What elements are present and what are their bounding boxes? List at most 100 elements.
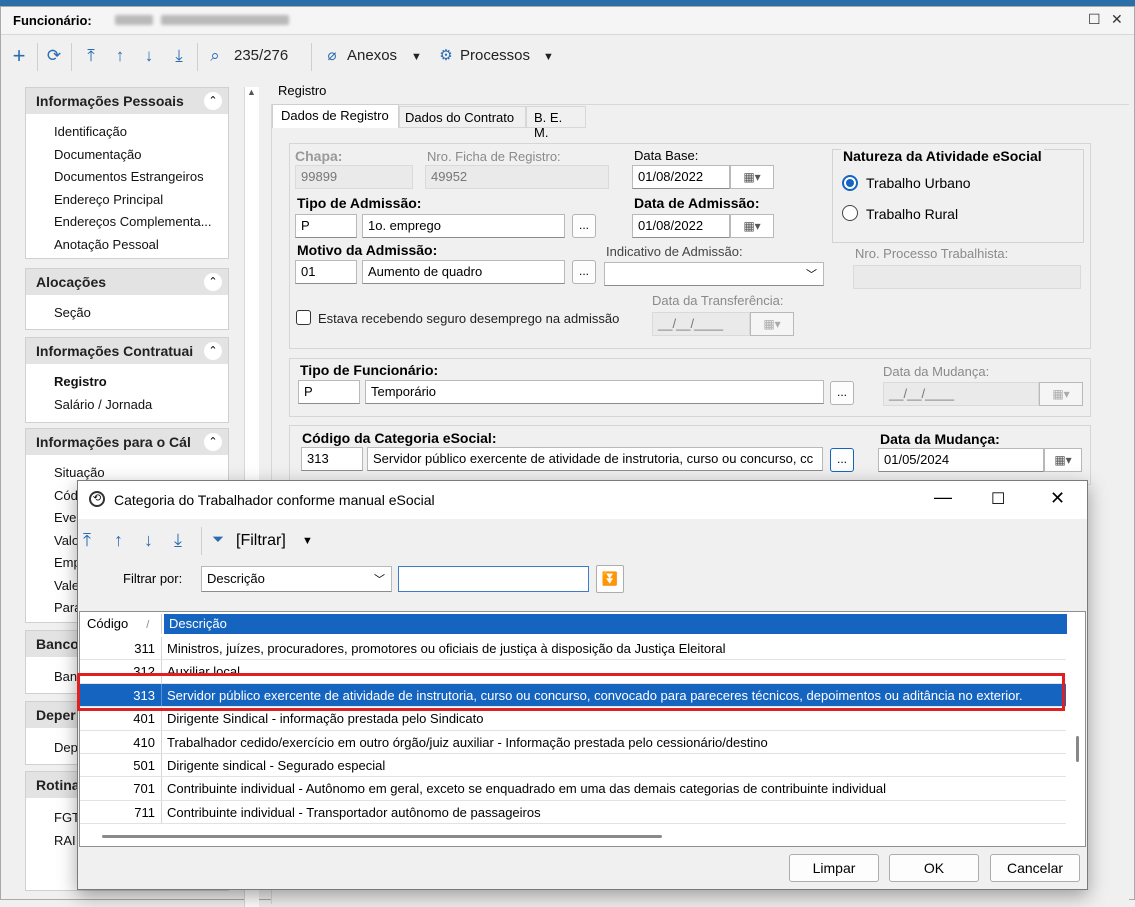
add-icon[interactable]: +: [7, 45, 31, 67]
window-title: Funcionário:: [13, 13, 92, 28]
tipo-funcionario-lookup-button[interactable]: ...: [830, 381, 854, 405]
sidebar-group-header[interactable]: Informações Pessoais: [26, 88, 228, 114]
sidebar-item-documentacao[interactable]: Documentação: [54, 147, 141, 162]
calendar-icon[interactable]: ▦▾: [730, 214, 774, 238]
sidebar-item-rais[interactable]: RAI: [54, 833, 76, 848]
scroll-up-icon[interactable]: ▲: [247, 87, 256, 97]
data-admissao-field[interactable]: 01/08/2022: [632, 214, 730, 238]
col-codigo-header[interactable]: Código /: [82, 614, 162, 634]
calendar-icon[interactable]: ▦▾: [730, 165, 774, 189]
sidebar-item-enderecos-complementares[interactable]: Endereços Complementa...: [54, 214, 212, 229]
grid-vertical-scrollbar[interactable]: [1070, 636, 1085, 846]
chevron-down-icon[interactable]: ▼: [543, 51, 554, 63]
anexos-menu[interactable]: Anexos: [347, 47, 397, 64]
row-desc: Trabalhador cedido/exercício em outro ór…: [167, 734, 768, 750]
chevron-double-up-icon[interactable]: ⌃: [204, 433, 222, 451]
chevron-double-up-icon[interactable]: ⌃: [204, 273, 222, 291]
processos-menu[interactable]: Processos: [460, 47, 530, 64]
table-row[interactable]: 410 Trabalhador cedido/exercício em outro…: [80, 730, 1066, 754]
close-icon[interactable]: ✕: [1111, 11, 1123, 28]
sidebar-item-registro[interactable]: Registro: [54, 374, 107, 389]
filter-field-value: Descrição: [207, 571, 265, 586]
tab-label: Dados do Contrato: [405, 110, 515, 125]
table-row[interactable]: 701 Contribuinte individual - Autônomo em…: [80, 777, 1066, 801]
indicativo-admissao-select[interactable]: ﹀: [604, 262, 824, 286]
table-row[interactable]: 311 Ministros, juízes, procuradores, prom…: [80, 637, 1066, 661]
data-base-field[interactable]: 01/08/2022: [632, 165, 730, 189]
motivo-admissao-label: Motivo da Admissão:: [297, 242, 438, 258]
sidebar-group-header[interactable]: Informações para o Cál: [26, 429, 228, 455]
scrollbar-thumb[interactable]: [1076, 736, 1079, 762]
chevron-down-icon[interactable]: ▼: [411, 51, 422, 63]
next-record-icon[interactable]: ↓: [137, 45, 161, 67]
toolbar-separator: [37, 43, 38, 71]
tipo-admissao-lookup-button[interactable]: ...: [572, 214, 596, 238]
filter-field-select[interactable]: Descrição ﹀: [201, 566, 392, 592]
search-icon[interactable]: ⌕: [203, 45, 227, 67]
last-record-icon[interactable]: ⤓: [174, 530, 182, 551]
filtrar-menu[interactable]: [Filtrar]: [236, 532, 286, 550]
tab-bem[interactable]: B. E. M.: [526, 106, 586, 140]
table-row[interactable]: 711 Contribuinte individual - Transportad…: [80, 800, 1066, 825]
restore-icon[interactable]: ☐: [1088, 11, 1101, 28]
sidebar-item-endereco-principal[interactable]: Endereço Principal: [54, 192, 163, 207]
sidebar-item-eventos[interactable]: Eve: [54, 510, 76, 525]
categoria-code-field[interactable]: 313: [301, 447, 363, 471]
sidebar-item-secao[interactable]: Seção: [54, 305, 91, 320]
chevron-double-up-icon[interactable]: ⌃: [204, 342, 222, 360]
first-record-icon[interactable]: ⤒: [79, 45, 103, 67]
apply-filter-icon[interactable]: ⏬: [596, 565, 624, 593]
previous-record-icon[interactable]: ↑: [114, 530, 123, 551]
sidebar-item-salario-jornada[interactable]: Salário / Jornada: [54, 397, 152, 412]
sidebar-item-codigo[interactable]: Cód: [54, 488, 78, 503]
sidebar-group-title: Banco: [36, 636, 79, 652]
radio-trabalho-urbano[interactable]: [842, 175, 858, 191]
scrollbar-thumb[interactable]: [102, 835, 662, 838]
calendar-icon[interactable]: ▦▾: [1044, 448, 1082, 472]
chevron-down-icon: ﹀: [806, 269, 817, 281]
previous-record-icon[interactable]: ↑: [108, 45, 132, 67]
sidebar-item-dependentes[interactable]: Dep: [54, 740, 78, 755]
radio-dot: [846, 179, 854, 187]
chapa-field: 99899: [295, 165, 413, 189]
sidebar-group-header[interactable]: Informações Contratuai: [26, 338, 228, 364]
maximize-icon[interactable]: ☐: [991, 489, 1005, 509]
tipo-admissao-code-field[interactable]: P: [295, 214, 357, 238]
motivo-code-field[interactable]: 01: [295, 260, 357, 284]
sidebar-item-valores[interactable]: Valo: [54, 533, 79, 548]
tipo-admissao-label: Tipo de Admissão:: [297, 195, 422, 211]
grid-horizontal-scrollbar[interactable]: [80, 830, 1068, 844]
categoria-lookup-button[interactable]: ...: [830, 448, 854, 472]
sidebar-item-identificacao[interactable]: Identificação: [54, 124, 127, 139]
tab-dados-do-contrato[interactable]: Dados do Contrato: [399, 106, 526, 128]
cancelar-button[interactable]: Cancelar: [990, 854, 1080, 882]
minimize-icon[interactable]: —: [934, 487, 952, 508]
last-record-icon[interactable]: ⤓: [167, 45, 191, 67]
sidebar-item-banco[interactable]: Ban: [54, 669, 77, 684]
refresh-icon[interactable]: ⟳: [42, 45, 66, 67]
sidebar-item-vale[interactable]: Vale: [54, 578, 79, 593]
radio-trabalho-rural[interactable]: [842, 205, 858, 221]
sidebar-item-documentos-estrangeiros[interactable]: Documentos Estrangeiros: [54, 169, 204, 184]
trabalho-rural-label: Trabalho Rural: [866, 206, 959, 222]
ok-button[interactable]: OK: [889, 854, 979, 882]
seguro-desemprego-checkbox[interactable]: [296, 310, 311, 325]
data-mudanca2-field[interactable]: 01/05/2024: [878, 448, 1044, 472]
filter-value-input[interactable]: [398, 566, 589, 592]
chevron-down-icon[interactable]: ▼: [302, 535, 313, 547]
chevron-double-up-icon[interactable]: ⌃: [204, 92, 222, 110]
close-icon[interactable]: ✕: [1050, 488, 1065, 509]
first-record-icon[interactable]: ⤒: [83, 530, 91, 551]
limpar-button[interactable]: Limpar: [789, 854, 879, 882]
toolbar-separator: [201, 527, 202, 555]
col-descricao-header[interactable]: Descrição: [164, 614, 1067, 634]
sidebar-item-situacao[interactable]: Situação: [54, 465, 105, 480]
tipo-funcionario-code-field[interactable]: P: [298, 380, 360, 404]
sidebar-item-anotacao-pessoal[interactable]: Anotação Pessoal: [54, 237, 159, 252]
nro-processo-field: [853, 265, 1081, 289]
motivo-lookup-button[interactable]: ...: [572, 260, 596, 284]
next-record-icon[interactable]: ↓: [144, 530, 153, 551]
tab-dados-de-registro[interactable]: Dados de Registro: [272, 104, 399, 128]
sidebar-group-header[interactable]: Alocações: [26, 269, 228, 295]
table-row[interactable]: 501 Dirigente sindical - Segurado especia…: [80, 754, 1066, 778]
